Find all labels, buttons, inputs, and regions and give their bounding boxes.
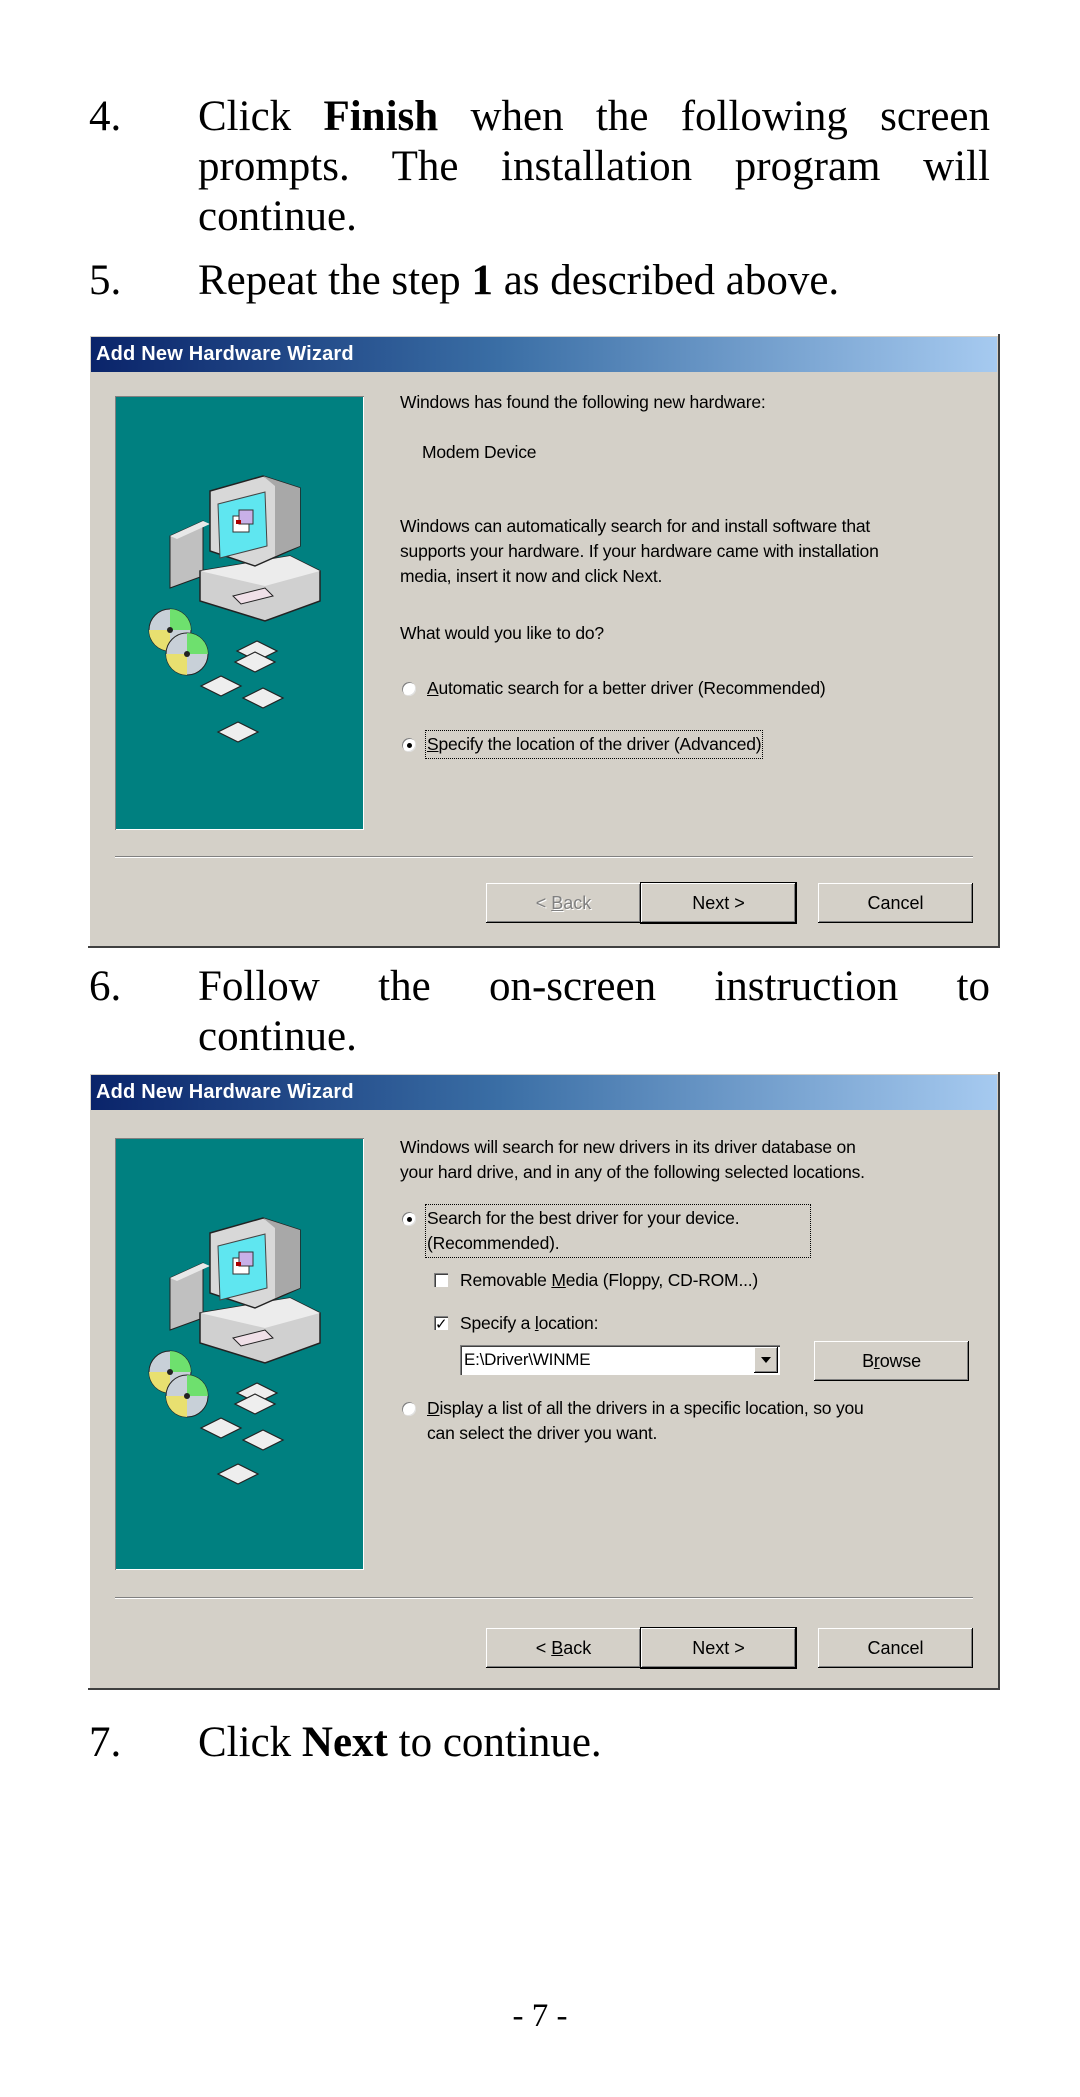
label-text: edia (Floppy, CD-ROM...) <box>565 1270 759 1290</box>
next-button[interactable]: Next > <box>641 1628 796 1668</box>
option-display-driver-list[interactable]: Display a list of all the drivers in a s… <box>400 1396 980 1446</box>
wizard-illustration-panel <box>115 1138 364 1570</box>
mnemonic: M <box>551 1270 566 1290</box>
radio-button[interactable] <box>401 1401 417 1417</box>
step-text-continued: continue. <box>198 1013 357 1060</box>
step-text-pre: Click <box>198 1719 302 1766</box>
page-number: - 7 - <box>512 1998 568 2034</box>
back-button[interactable]: < Back <box>486 883 641 923</box>
label-text: Specify a <box>460 1313 535 1333</box>
step-text: Click Next to continue. <box>198 1718 990 1768</box>
label-text: Removable <box>460 1270 552 1290</box>
step-number: 4. <box>89 93 122 140</box>
browse-button[interactable]: Browse <box>814 1341 969 1381</box>
add-hardware-wizard-dialog-1: Add New Hardware Wizard Windows has foun… <box>88 334 1000 948</box>
label-text: B <box>862 1351 874 1371</box>
step-keyword: 1 <box>471 257 493 304</box>
step-text-pre: Click <box>198 93 324 140</box>
description-line: media, insert it now and click Next. <box>400 566 663 586</box>
step-text: Repeat the step 1 as described above. <box>198 256 990 306</box>
step-keyword: Finish <box>323 93 439 140</box>
cancel-button[interactable]: Cancel <box>818 883 973 923</box>
mnemonic: S <box>427 734 439 754</box>
option-text: isplay a list of all the drivers in a sp… <box>439 1398 864 1418</box>
back-button[interactable]: < Back <box>486 1628 641 1668</box>
option-search-best-driver[interactable]: Search for the best driver for your devi… <box>400 1204 980 1258</box>
wizard-content: Windows has found the following new hard… <box>400 390 980 810</box>
option-text: utomatic search for a better driver (Rec… <box>438 678 826 698</box>
option-text: can select the driver you want. <box>427 1423 658 1443</box>
wizard-illustration-panel <box>115 396 364 830</box>
checkbox-label[interactable]: Specify a location: <box>460 1311 598 1336</box>
dialog-title: Add New Hardware Wizard <box>96 1081 354 1103</box>
dialog-title-bar: Add New Hardware Wizard <box>91 1075 997 1110</box>
mnemonic: D <box>427 1398 440 1418</box>
mnemonic: B <box>551 1638 564 1658</box>
dropdown-arrow-icon[interactable] <box>754 1347 778 1373</box>
step-number: 7. <box>89 1719 122 1766</box>
add-hardware-wizard-dialog-2: Add New Hardware Wizard Windows will sea… <box>88 1072 1000 1690</box>
option-text: pecify the location of the driver (Advan… <box>438 734 762 754</box>
location-combobox[interactable]: E:\Driver\WINME <box>460 1345 780 1375</box>
radio-button[interactable] <box>401 681 417 697</box>
computer-with-disks-icon <box>148 1217 321 1485</box>
back-label: ack <box>563 1638 592 1658</box>
computer-with-disks-icon <box>148 475 321 743</box>
back-arrow: < <box>535 1638 552 1658</box>
location-value: E:\Driver\WINME <box>464 1350 591 1369</box>
dialog-title: Add New Hardware Wizard <box>96 343 354 365</box>
option-label[interactable]: Search for the best driver for your devi… <box>425 1204 811 1258</box>
checkbox-label[interactable]: Removable Media (Floppy, CD-ROM...) <box>460 1268 758 1293</box>
mnemonic: B <box>551 893 564 913</box>
description-line: Windows will search for new drivers in i… <box>400 1137 856 1157</box>
option-text: Search for the best driver for your devi… <box>427 1208 740 1228</box>
option-label[interactable]: Display a list of all the drivers in a s… <box>427 1396 864 1421</box>
step-keyword: Next <box>301 1719 388 1766</box>
description-line: Windows can automatically search for and… <box>400 516 871 536</box>
dialog-title-bar: Add New Hardware Wizard <box>91 337 997 372</box>
cancel-button[interactable]: Cancel <box>818 1628 973 1668</box>
option-label[interactable]: Automatic search for a better driver (Re… <box>427 676 826 701</box>
back-label: ack <box>563 893 592 913</box>
step-text: Click Finish when the following screen p… <box>198 92 990 242</box>
button-separator <box>115 1597 973 1599</box>
checkbox[interactable] <box>434 1273 448 1287</box>
radio-button-selected[interactable] <box>401 1211 417 1227</box>
button-separator <box>115 856 973 858</box>
step-number: 5. <box>89 257 122 304</box>
step-number: 6. <box>89 963 122 1010</box>
found-hardware-label: Windows has found the following new hard… <box>400 392 766 412</box>
step-text-pre: Repeat the step <box>198 257 472 304</box>
wizard-content: Windows will search for new drivers in i… <box>400 1135 980 1555</box>
back-arrow: < <box>535 893 552 913</box>
description-line: your hard drive, and in any of the follo… <box>400 1162 865 1182</box>
next-button[interactable]: Next > <box>641 883 796 923</box>
step-text-post: to continue. <box>387 1719 602 1766</box>
description-line: supports your hardware. If your hardware… <box>400 541 879 561</box>
label-text: owse <box>879 1351 921 1371</box>
label-text: ocation: <box>538 1313 599 1333</box>
mnemonic: A <box>427 678 439 698</box>
option-label[interactable]: Specify the location of the driver (Adva… <box>424 730 764 759</box>
device-name: Modem Device <box>422 442 537 462</box>
question-label: What would you like to do? <box>400 623 604 643</box>
checkbox-checked[interactable] <box>434 1312 448 1337</box>
step-text: Follow the on-screen instruction to <box>198 963 990 1010</box>
step-text-post: as described above. <box>492 257 840 304</box>
option-text: (Recommended). <box>427 1233 560 1253</box>
radio-button-selected[interactable] <box>401 737 417 753</box>
